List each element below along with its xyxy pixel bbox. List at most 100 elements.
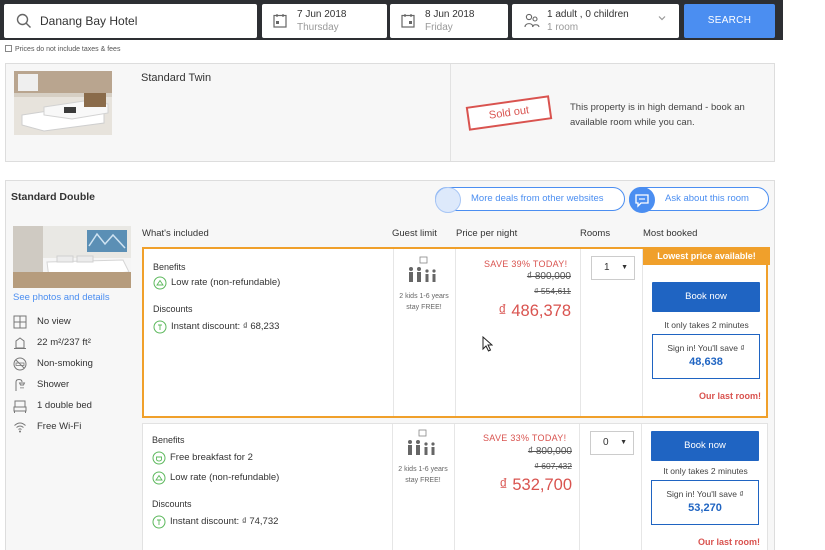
- discount-text: Instant discount: ₫ 74,732: [170, 516, 279, 527]
- rooms-value: 1: [604, 262, 610, 273]
- discount-text: Instant discount: ₫ 68,233: [171, 321, 280, 332]
- deals-icon: [435, 187, 461, 213]
- final-price: ₫ 486,378: [498, 302, 571, 320]
- chevron-down-icon: [658, 16, 666, 21]
- feature-label: 1 double bed: [37, 400, 92, 411]
- divider: [641, 424, 642, 550]
- feature-label: Shower: [37, 379, 70, 390]
- crossed-price: ₫ 607,432: [534, 461, 572, 471]
- divider: [580, 249, 581, 416]
- divider: [393, 249, 394, 416]
- search-icon: [16, 13, 31, 28]
- checkin-field[interactable]: 7 Jun 2018 Thursday: [262, 4, 387, 38]
- chevron-down-icon: ▼: [620, 439, 627, 446]
- original-price: ₫ 800,000: [527, 446, 572, 457]
- divider: [579, 424, 580, 550]
- kids-free-note: 2 kids 1-6 years stay FREE!: [399, 293, 449, 311]
- discount-icon: [153, 320, 167, 334]
- kids-free-note: 2 kids 1-6 years stay FREE!: [398, 466, 448, 484]
- low-rate-icon: [152, 471, 166, 485]
- guests-icon: [524, 13, 540, 28]
- booking-time-note: It only takes 2 minutes: [663, 466, 748, 476]
- shower-icon: [15, 378, 26, 391]
- booking-time-note: It only takes 2 minutes: [664, 320, 749, 330]
- sign-in-text: Sign in! You'll save ₫: [666, 489, 744, 499]
- rooms-select[interactable]: 1 ▼: [591, 256, 635, 280]
- checkout-date: 8 Jun 2018: [425, 9, 475, 20]
- guests-icon: [409, 256, 436, 282]
- calendar-icon: [273, 14, 287, 28]
- column-header-included: What's included: [142, 228, 209, 239]
- original-price: ₫ 800,000: [526, 271, 571, 282]
- sign-in-savings-button[interactable]: Sign in! You'll save ₫ 48,638: [652, 334, 760, 379]
- room-card: Standard Double More deals from other we…: [5, 180, 775, 550]
- no-smoking-icon: [13, 357, 27, 371]
- benefit-text: Low rate (non-refundable): [170, 472, 280, 483]
- final-price: ₫ 532,700: [499, 476, 572, 494]
- column-header-guest-limit: Guest limit: [392, 228, 437, 239]
- tax-note-text: Prices do not include taxes & fees: [15, 46, 121, 53]
- save-percentage: SAVE 33% TODAY!: [483, 433, 567, 443]
- chat-icon: [629, 187, 655, 213]
- feature-label: No view: [37, 316, 71, 327]
- destination-value: Danang Bay Hotel: [40, 14, 138, 28]
- room-photo[interactable]: [13, 226, 131, 288]
- window-icon: [13, 315, 27, 329]
- more-deals-button[interactable]: More deals from other websites: [435, 187, 625, 213]
- breakfast-icon: [152, 451, 166, 465]
- search-bar: Danang Bay Hotel 7 Jun 2018 Thursday 8 J…: [0, 0, 783, 40]
- room-photo[interactable]: [14, 71, 112, 135]
- mouse-cursor-icon: [482, 336, 493, 352]
- calendar-icon: [401, 14, 415, 28]
- more-deals-label: More deals from other websites: [471, 193, 604, 204]
- lowest-price-badge: Lowest price available!: [643, 247, 770, 265]
- benefits-label: Benefits: [152, 435, 185, 445]
- wifi-icon: [14, 422, 26, 433]
- ask-label: Ask about this room: [665, 193, 749, 204]
- info-icon: [5, 45, 12, 52]
- offer-row: Benefits Free breakfast for 2 Low rate (…: [142, 423, 768, 550]
- benefits-label: Benefits: [153, 262, 186, 272]
- tax-note: Prices do not include taxes & fees: [5, 45, 120, 53]
- benefit-text: Free breakfast for 2: [170, 452, 253, 463]
- offer-row: Benefits Low rate (non-refundable) Disco…: [142, 247, 770, 418]
- book-now-button[interactable]: Book now: [652, 282, 760, 312]
- ask-about-room-button[interactable]: Ask about this room: [629, 187, 769, 213]
- column-header-most-booked: Most booked: [643, 228, 698, 239]
- last-room-note: Our last room!: [698, 391, 761, 401]
- crossed-price: ₫ 554,611: [534, 286, 571, 296]
- demand-message: This property is in high demand - book a…: [570, 102, 745, 128]
- feature-label: 22 m²/237 ft²: [37, 337, 91, 348]
- rooms-select[interactable]: 0 ▼: [590, 431, 634, 455]
- divider: [455, 249, 456, 416]
- search-button[interactable]: SEARCH: [684, 4, 775, 38]
- column-header-rooms: Rooms: [580, 228, 611, 239]
- bed-icon: [13, 400, 27, 413]
- sign-in-savings-button[interactable]: Sign in! You'll save ₫ 53,270: [651, 480, 759, 525]
- occupancy-value: 1 adult , 0 children: [547, 9, 629, 20]
- feature-label: Non-smoking: [37, 358, 93, 369]
- divider: [392, 424, 393, 550]
- divider: [454, 424, 455, 550]
- discount-icon: [152, 515, 166, 529]
- savings-value: 48,638: [689, 356, 723, 368]
- checkin-date: 7 Jun 2018: [297, 9, 347, 20]
- room-title: Standard Double: [11, 191, 96, 203]
- room-title: Standard Twin: [141, 72, 212, 84]
- rooms-value: 1 room: [547, 22, 579, 33]
- checkout-field[interactable]: 8 Jun 2018 Friday: [390, 4, 508, 38]
- benefit-text: Low rate (non-refundable): [171, 277, 281, 288]
- column-header-price: Price per night: [456, 228, 518, 239]
- rooms-value: 0: [603, 437, 609, 448]
- savings-value: 53,270: [688, 502, 722, 514]
- feature-label: Free Wi-Fi: [37, 421, 82, 432]
- occupancy-field[interactable]: 1 adult , 0 children 1 room: [512, 4, 679, 38]
- chevron-down-icon: ▼: [621, 264, 628, 271]
- last-room-note: Our last room!: [697, 537, 760, 547]
- checkin-day: Thursday: [297, 22, 339, 33]
- sign-in-text: Sign in! You'll save ₫: [667, 343, 745, 353]
- destination-field[interactable]: Danang Bay Hotel: [4, 4, 257, 38]
- sold-out-room-card: Standard Twin Sold out This property is …: [5, 63, 775, 162]
- see-photos-link[interactable]: See photos and details: [13, 292, 110, 303]
- book-now-button[interactable]: Book now: [651, 431, 759, 461]
